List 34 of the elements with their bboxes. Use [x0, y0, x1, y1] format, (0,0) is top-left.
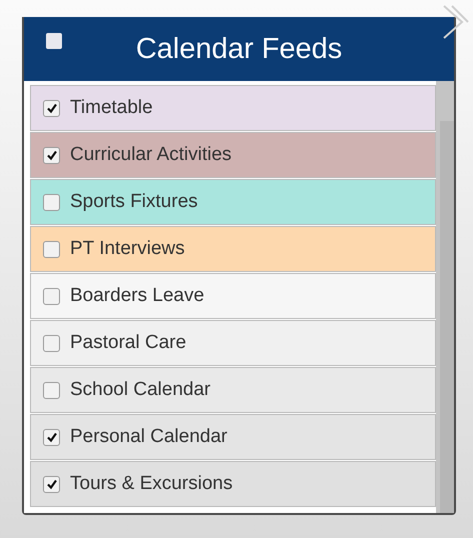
- feed-row[interactable]: Personal Calendar: [30, 414, 436, 460]
- feed-label: Sports Fixtures: [70, 191, 198, 213]
- feed-label: Timetable: [70, 97, 153, 119]
- checkmark-icon: [46, 478, 58, 490]
- feed-row[interactable]: Tours & Excursions: [30, 461, 436, 507]
- checkmark-icon: [46, 431, 58, 443]
- feed-checkbox[interactable]: [43, 240, 60, 258]
- scrollbar[interactable]: [440, 121, 454, 513]
- feed-row[interactable]: Curricular Activities: [30, 132, 436, 178]
- feed-checkbox[interactable]: [43, 288, 60, 304]
- feed-checkbox[interactable]: [43, 428, 60, 446]
- feed-label: Personal Calendar: [70, 426, 228, 448]
- feed-checkbox[interactable]: [43, 146, 60, 164]
- feed-checkbox[interactable]: [43, 100, 60, 116]
- checkmark-icon: [46, 102, 58, 114]
- feed-row[interactable]: School Calendar: [30, 367, 436, 413]
- feed-row[interactable]: Timetable: [30, 85, 436, 131]
- feed-label: Tours & Excursions: [70, 473, 233, 495]
- feed-label: School Calendar: [70, 379, 210, 401]
- checkmark-icon: [46, 149, 58, 161]
- feed-label: Boarders Leave: [70, 285, 204, 307]
- select-all-checkbox[interactable]: [46, 33, 62, 49]
- feed-row[interactable]: Pastoral Care: [30, 320, 436, 366]
- panel-title: Calendar Feeds: [136, 32, 342, 66]
- feed-checkbox[interactable]: [43, 194, 60, 210]
- feed-checkbox[interactable]: [43, 476, 60, 492]
- feed-row[interactable]: PT Interviews: [30, 226, 436, 272]
- feed-label: Curricular Activities: [70, 144, 232, 166]
- feed-checkbox[interactable]: [43, 334, 60, 352]
- feed-row[interactable]: Sports Fixtures: [30, 179, 436, 225]
- feed-label: Pastoral Care: [70, 332, 186, 354]
- feed-checkbox[interactable]: [43, 382, 60, 398]
- feed-label: PT Interviews: [70, 238, 185, 260]
- feed-row[interactable]: Boarders Leave: [30, 273, 436, 319]
